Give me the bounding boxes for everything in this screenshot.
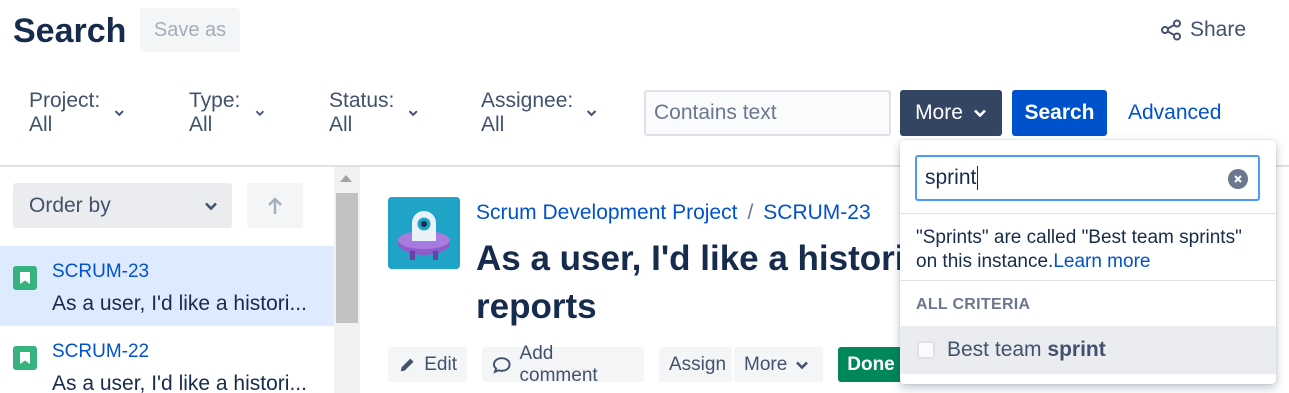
rename-note: "Sprints" are called "Best team sprints"… [916, 226, 1266, 274]
status-done-button[interactable]: Done [838, 347, 904, 382]
option-prefix: Best team [947, 338, 1048, 361]
share-button[interactable]: Share [1160, 18, 1246, 42]
contains-text-input[interactable]: Contains text [644, 90, 891, 136]
project-filter-label: Project: All [29, 89, 101, 136]
issue-list-panel: Order by SCRUM-23 As a user, I'd like a … [0, 167, 334, 393]
list-item[interactable]: SCRUM-23 As a user, I'd like a histori..… [0, 246, 334, 326]
breadcrumb: Scrum Development Project / SCRUM-23 [476, 201, 871, 225]
story-icon [13, 346, 37, 370]
chevron-down-icon [974, 109, 986, 118]
add-comment-label: Add comment [519, 342, 598, 386]
breadcrumb-separator: / [747, 201, 754, 224]
more-actions-button[interactable]: More [734, 347, 823, 382]
chevron-down-icon [408, 110, 418, 117]
project-filter[interactable]: Project: All [29, 89, 124, 136]
share-label: Share [1190, 18, 1247, 41]
scroll-thumb[interactable] [336, 193, 358, 323]
chevron-down-icon [205, 202, 217, 210]
chevron-down-icon [796, 361, 809, 369]
learn-more-link[interactable]: Learn more [1053, 251, 1150, 272]
criteria-search-input[interactable]: sprint [915, 155, 1260, 201]
chevron-down-icon [587, 110, 597, 117]
edit-button[interactable]: Edit [388, 347, 467, 382]
text-caret [977, 166, 979, 190]
order-by-select[interactable]: Order by [13, 183, 232, 228]
type-filter-label: Type: All [189, 89, 241, 136]
type-filter[interactable]: Type: All [189, 89, 264, 136]
page-title: Search [13, 12, 127, 50]
issue-key: SCRUM-23 [52, 261, 150, 282]
issue-key: SCRUM-22 [52, 341, 150, 362]
status-filter[interactable]: Status: All [329, 89, 418, 136]
criteria-search-value: sprint [925, 166, 977, 189]
pencil-icon [400, 358, 414, 371]
dropdown-divider [900, 280, 1276, 281]
issue-title: As a user, I'd like a historica reports [476, 235, 944, 331]
assign-button[interactable]: Assign [659, 347, 732, 382]
share-icon [1161, 19, 1181, 41]
option-match: sprint [1047, 338, 1106, 361]
more-criteria-dropdown: sprint "Sprints" are called "Best team s… [900, 140, 1276, 384]
comment-icon [492, 356, 511, 374]
more-filters-button[interactable]: More [900, 90, 1002, 136]
list-item[interactable]: SCRUM-22 As a user, I'd like a histori..… [0, 326, 334, 393]
arrow-up-icon [268, 196, 282, 214]
more-actions-label: More [744, 353, 788, 375]
issue-key-link[interactable]: SCRUM-23 [763, 201, 870, 225]
criteria-option-label: Best team sprint [947, 338, 1106, 362]
project-link[interactable]: Scrum Development Project [476, 201, 737, 225]
chevron-down-icon [114, 110, 124, 117]
search-button[interactable]: Search [1012, 90, 1107, 136]
story-icon [13, 266, 37, 290]
issue-summary: As a user, I'd like a histori... [52, 292, 307, 315]
dropdown-divider [900, 213, 1276, 214]
clear-input-icon[interactable] [1228, 169, 1248, 189]
order-by-label: Order by [29, 193, 111, 217]
save-as-button[interactable]: Save as [140, 8, 240, 52]
edit-label: Edit [424, 353, 457, 375]
issue-title-line: As a user, I'd like a historica [476, 239, 944, 278]
assignee-filter[interactable]: Assignee: All [481, 89, 597, 136]
status-filter-label: Status: All [329, 89, 395, 136]
chevron-down-icon [255, 110, 264, 117]
issue-title-line: reports [476, 287, 597, 326]
assignee-filter-label: Assignee: All [481, 89, 574, 136]
advanced-link[interactable]: Advanced [1128, 90, 1221, 136]
more-filters-label: More [915, 101, 963, 124]
scroll-up-arrow-icon[interactable] [340, 175, 352, 182]
checkbox[interactable] [917, 341, 935, 359]
section-heading: ALL CRITERIA [916, 296, 1031, 313]
criteria-option-best-team-sprint[interactable]: Best team sprint [900, 326, 1276, 374]
project-avatar [388, 197, 460, 269]
issue-summary: As a user, I'd like a histori... [52, 372, 307, 393]
list-scrollbar[interactable] [334, 167, 360, 393]
sort-direction-button[interactable] [247, 183, 303, 228]
add-comment-button[interactable]: Add comment [482, 343, 644, 386]
